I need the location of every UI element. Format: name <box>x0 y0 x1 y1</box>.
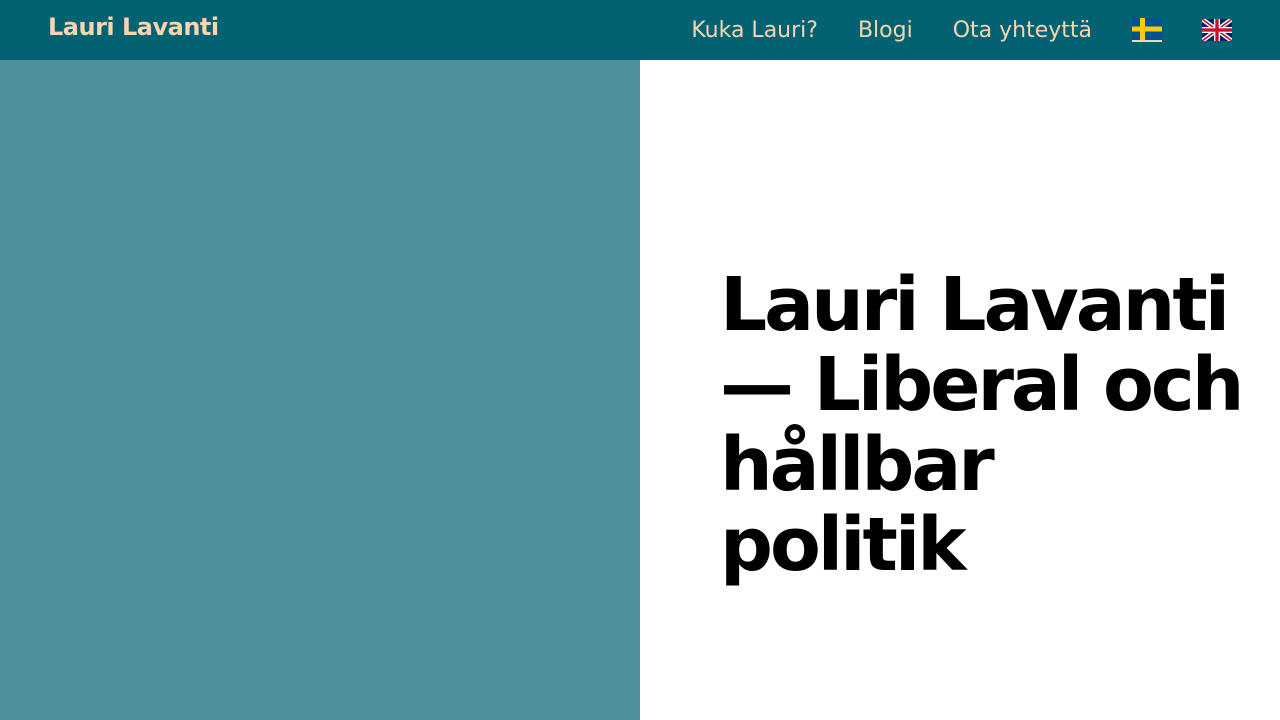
site-header: Lauri Lavanti Kuka Lauri? Blogi Ota yhte… <box>0 0 1280 60</box>
swedish-flag-icon[interactable] <box>1132 18 1162 42</box>
hero-headline: Lauri Lavanti — Liberal och hållbar poli… <box>720 262 1244 588</box>
main-navigation: Kuka Lauri? Blogi Ota yhteyttä <box>691 0 1232 60</box>
nav-link-blogi[interactable]: Blogi <box>858 18 913 43</box>
nav-link-ota-yhteytta[interactable]: Ota yhteyttä <box>953 18 1092 43</box>
nav-link-kuka-lauri[interactable]: Kuka Lauri? <box>691 18 818 43</box>
site-logo-link[interactable]: Lauri Lavanti <box>48 13 219 41</box>
hero-image-panel <box>0 60 640 720</box>
uk-flag-icon[interactable] <box>1202 19 1232 41</box>
hero-text-panel: Lauri Lavanti — Liberal och hållbar poli… <box>640 60 1280 720</box>
